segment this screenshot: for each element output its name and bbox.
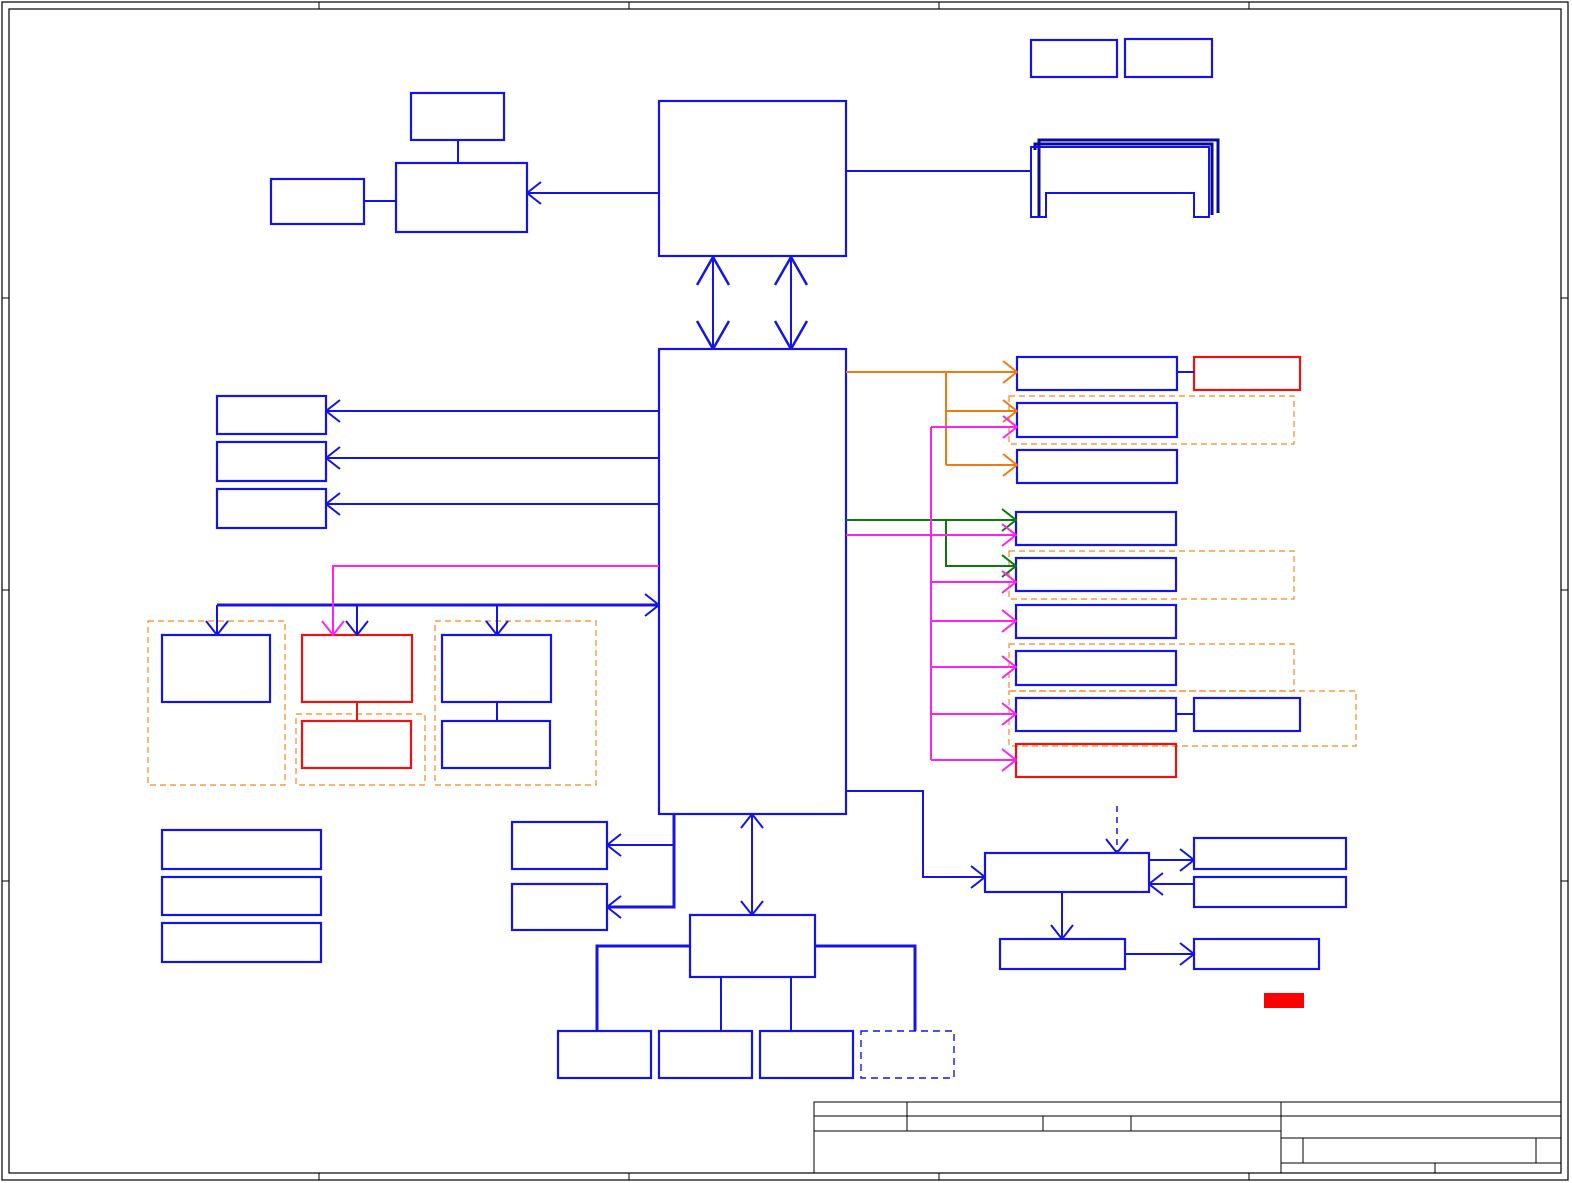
block-bottom-1	[556, 1029, 653, 1080]
block-group3-main	[440, 633, 553, 704]
block-top-left-side	[269, 177, 366, 226]
block-right-5	[1014, 556, 1178, 593]
block-right-8-side	[1192, 696, 1302, 733]
schematic-svg	[1, 1, 1569, 1181]
block-group3-sub	[440, 719, 552, 770]
block-group2-sub	[300, 719, 413, 770]
wire-lpc-to-bottom-1	[595, 944, 690, 1031]
block-group2-main	[300, 633, 414, 704]
wire-chipset-to-under-2	[607, 814, 676, 907]
slot-outline-mid	[1033, 142, 1214, 215]
block-ec-hub	[983, 851, 1151, 894]
wire-lpc-to-bottom-4	[815, 944, 917, 1031]
block-right-1	[1015, 355, 1179, 392]
block-top-right-1	[1029, 38, 1119, 79]
block-bottom-3	[758, 1029, 855, 1080]
block-bottom-left-3	[160, 921, 323, 964]
block-top-left-hub	[394, 161, 529, 234]
block-diagram-canvas	[0, 0, 1572, 1183]
block-under-left-2	[510, 882, 609, 932]
block-left-1	[215, 394, 328, 436]
block-left-3	[215, 487, 328, 530]
block-bottom-4-optional	[860, 1030, 955, 1079]
block-top-left-upper	[409, 91, 506, 142]
block-right-7	[1014, 649, 1178, 687]
block-ec-out-1	[1192, 836, 1348, 871]
blue-wires	[217, 140, 1194, 1031]
block-bottom-2	[657, 1029, 754, 1080]
block-right-4	[1014, 510, 1178, 547]
block-right-6	[1014, 603, 1178, 640]
block-right-2	[1015, 401, 1179, 439]
block-ec-out-2	[1192, 875, 1348, 909]
outer-border	[1, 1, 1569, 1181]
sheet-frame	[1, 1, 1569, 1181]
block-group1-main	[160, 633, 272, 704]
slot-outline-back	[1037, 138, 1220, 217]
block-lpc-hub	[688, 913, 817, 979]
block-under-left-1	[510, 820, 609, 871]
title-block	[813, 1101, 1562, 1174]
block-right-9	[1014, 742, 1178, 779]
legend-marker	[1264, 993, 1304, 1008]
chipset-block	[657, 347, 848, 816]
block-right-8	[1014, 696, 1178, 733]
block-ec-down	[998, 937, 1127, 971]
block-ec-down-out	[1192, 937, 1321, 971]
block-top-right-2	[1123, 37, 1214, 79]
block-bottom-left-1	[160, 828, 323, 871]
group-right-4	[1008, 690, 1357, 747]
cpu-block	[657, 99, 848, 258]
group-left-2	[295, 713, 426, 786]
block-right-1-side	[1192, 355, 1302, 392]
slot-outline-front	[1030, 146, 1210, 218]
memory-slot-connector	[1030, 138, 1220, 218]
block-bottom-left-2	[160, 875, 323, 917]
green-to-right-5	[945, 520, 1016, 566]
block-left-2	[215, 440, 328, 483]
block-right-3	[1015, 448, 1179, 485]
inner-border	[8, 8, 1562, 1174]
wire-chipset-to-ec	[846, 790, 985, 877]
blocks	[160, 37, 1348, 1080]
